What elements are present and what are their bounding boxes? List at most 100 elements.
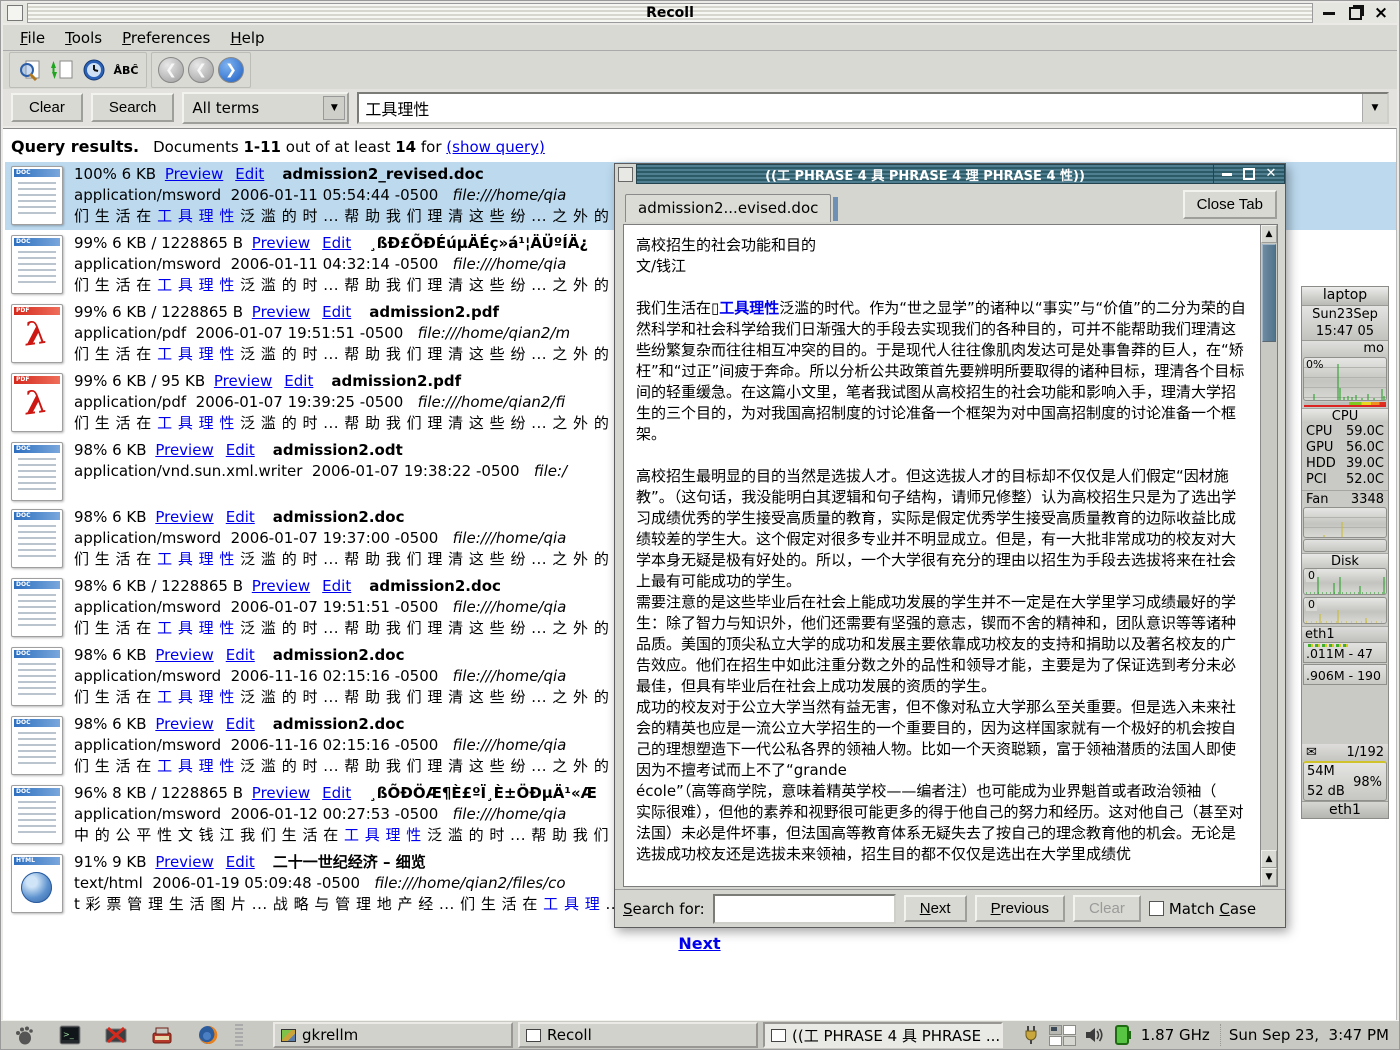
clear-button[interactable]: Clear — [11, 93, 83, 122]
match-case-checkbox[interactable] — [1149, 901, 1164, 916]
preview-link[interactable]: Preview — [252, 303, 310, 321]
edit-link[interactable]: Edit — [235, 165, 264, 183]
speaker-icon[interactable] — [1083, 1024, 1105, 1046]
taskbar-clock[interactable]: Sun Sep 23, 3:47 PM — [1220, 1024, 1399, 1046]
fan-chart[interactable] — [1303, 507, 1387, 538]
preview-link[interactable]: Preview — [252, 784, 310, 802]
menu-file[interactable]: File — [11, 27, 54, 49]
memory-meter[interactable]: 54M 98% 52 dB — [1303, 761, 1387, 801]
terminal-icon[interactable]: >_ — [59, 1024, 81, 1046]
spellcheck-icon[interactable]: ÅBĈ — [112, 57, 140, 83]
window-task-icon — [526, 1029, 541, 1042]
mail-readout[interactable]: ✉ 1/192 — [1302, 744, 1388, 761]
preview-link[interactable]: Preview — [252, 577, 310, 595]
eth1-panel-label[interactable]: eth1 — [1302, 626, 1388, 642]
preview-link[interactable]: Preview — [165, 165, 223, 183]
first-page-icon[interactable]: ❮ — [158, 57, 184, 83]
title-bar[interactable]: Recoll × — [3, 3, 1397, 23]
workspace-pager[interactable] — [1049, 1025, 1076, 1046]
scrollbar-thumb[interactable] — [1262, 244, 1276, 342]
result-line2: text/html 2006-01-19 05:09:48 -0500 file… — [74, 873, 621, 894]
preview-next-button[interactable]: Next — [904, 895, 967, 922]
menu-help[interactable]: Help — [221, 27, 273, 49]
svg-text:>_: >_ — [63, 1030, 75, 1039]
preview-search-input[interactable] — [713, 894, 896, 924]
net-tx-value: .906M - 190 — [1306, 668, 1381, 683]
preview-close-button[interactable]: ✕ — [1264, 167, 1278, 181]
fan-readout: Fan 3348 — [1302, 490, 1388, 507]
search-button[interactable]: Search — [91, 93, 175, 122]
result-line2: application/pdf 2006-01-07 19:51:51 -050… — [74, 323, 609, 344]
cpu-frequency-icon[interactable] — [1112, 1024, 1134, 1046]
edit-link[interactable]: Edit — [322, 303, 351, 321]
power-plug-icon[interactable] — [1020, 1024, 1042, 1046]
disk-write-chart[interactable]: 0 — [1303, 597, 1387, 624]
next-page-icon[interactable]: ❯ — [218, 57, 244, 83]
scroll-up-icon[interactable]: ▲ — [1261, 225, 1277, 243]
edit-link[interactable]: Edit — [322, 234, 351, 252]
close-tab-button[interactable]: Close Tab — [1183, 190, 1277, 219]
scroll-up2-icon[interactable]: ▲ — [1261, 850, 1277, 868]
edit-link[interactable]: Edit — [322, 784, 351, 802]
preview-link[interactable]: Preview — [155, 508, 213, 526]
close-button[interactable]: × — [1373, 5, 1389, 21]
gnome-foot-icon[interactable] — [13, 1024, 35, 1046]
cpu-usage-chart[interactable]: 0% — [1303, 357, 1387, 401]
preview-link[interactable]: Preview — [252, 234, 310, 252]
preview-window-menu-icon[interactable] — [618, 167, 633, 182]
query-history-dropdown-icon[interactable]: ▼ — [1362, 94, 1387, 122]
scrollbar-track[interactable] — [1261, 343, 1277, 850]
minimize-button[interactable] — [1321, 5, 1337, 21]
firefox-icon[interactable] — [197, 1024, 219, 1046]
preview-tab[interactable]: admission2...evised.doc — [625, 194, 831, 222]
preview-link[interactable]: Preview — [155, 646, 213, 664]
advanced-search-icon[interactable] — [16, 57, 44, 83]
edit-link[interactable]: Edit — [226, 441, 255, 459]
result-filename: ¸ßÐ£ÕÐÉúµÄÉç»á¹¦ÄÜºÍÄ¿ — [369, 234, 588, 252]
disk-read-chart[interactable]: 0 — [1303, 568, 1387, 595]
edit-link[interactable]: Edit — [284, 372, 313, 390]
typewriter-icon[interactable] — [151, 1024, 173, 1046]
preview-previous-button[interactable]: Previous — [975, 895, 1065, 922]
prev-page-icon[interactable]: ❮ — [188, 57, 214, 83]
search-mode-select[interactable]: All terms ▼ — [182, 92, 349, 124]
preview-maximize-button[interactable] — [1242, 167, 1256, 181]
preview-link[interactable]: Preview — [155, 441, 213, 459]
gkrellm-clock[interactable]: Sun23Sep 15:47 05 — [1302, 306, 1388, 341]
tab-accent — [833, 197, 838, 221]
show-query-link[interactable]: (show query) — [446, 138, 545, 156]
gkrellm-task-icon — [281, 1029, 296, 1042]
temp-row-gpu: GPU56.0C — [1306, 440, 1384, 456]
edit-link[interactable]: Edit — [322, 577, 351, 595]
edit-link[interactable]: Edit — [226, 715, 255, 733]
taskbar-task[interactable]: Recoll — [518, 1022, 758, 1048]
window-menu-icon[interactable] — [7, 5, 23, 21]
gkrellm-monitor: laptop Sun23Sep 15:47 05 mo 0% CPU CPU59… — [1301, 286, 1389, 819]
sort-icon[interactable] — [48, 57, 76, 83]
memory-percent: 98% — [1353, 775, 1382, 790]
preview-document-text[interactable]: 高校招生的社会功能和目的 文/钱江我们生活在▯工具理性泛滥的时代。作为“世之显学… — [624, 225, 1260, 886]
preview-minimize-button[interactable] — [1220, 167, 1234, 181]
history-clock-icon[interactable] — [80, 57, 108, 83]
preview-link[interactable]: Preview — [155, 853, 213, 871]
preview-link[interactable]: Preview — [155, 715, 213, 733]
edit-link[interactable]: Edit — [226, 646, 255, 664]
edit-link[interactable]: Edit — [226, 853, 255, 871]
scroll-down-icon[interactable]: ▼ — [1261, 868, 1277, 886]
preview-link[interactable]: Preview — [214, 372, 272, 390]
taskbar-task[interactable]: ((工 PHRASE 4 具 PHRASE ... — [763, 1022, 1003, 1048]
taskbar-task[interactable]: gkrellm — [273, 1022, 513, 1048]
menu-tools[interactable]: Tools — [56, 27, 111, 49]
taskbar-handle[interactable] — [235, 1024, 243, 1046]
maximize-button[interactable] — [1347, 5, 1363, 21]
next-page-link[interactable]: Next — [678, 934, 720, 953]
edit-link[interactable]: Edit — [226, 508, 255, 526]
keyboard-lock-icon[interactable] — [105, 1024, 127, 1046]
preview-title-bar[interactable]: ((工 PHRASE 4 具 PHRASE 4 理 PHRASE 4 性)) ✕ — [615, 164, 1285, 184]
match-case-option[interactable]: Match Case — [1149, 900, 1256, 918]
menu-preferences[interactable]: Preferences — [113, 27, 219, 49]
volume-level: 52 dB — [1307, 784, 1345, 799]
preview-clear-button[interactable]: Clear — [1073, 895, 1141, 922]
search-input[interactable] — [359, 94, 1362, 122]
result-mime-date: application/msword 2006-01-11 04:32:14 -… — [74, 255, 453, 273]
